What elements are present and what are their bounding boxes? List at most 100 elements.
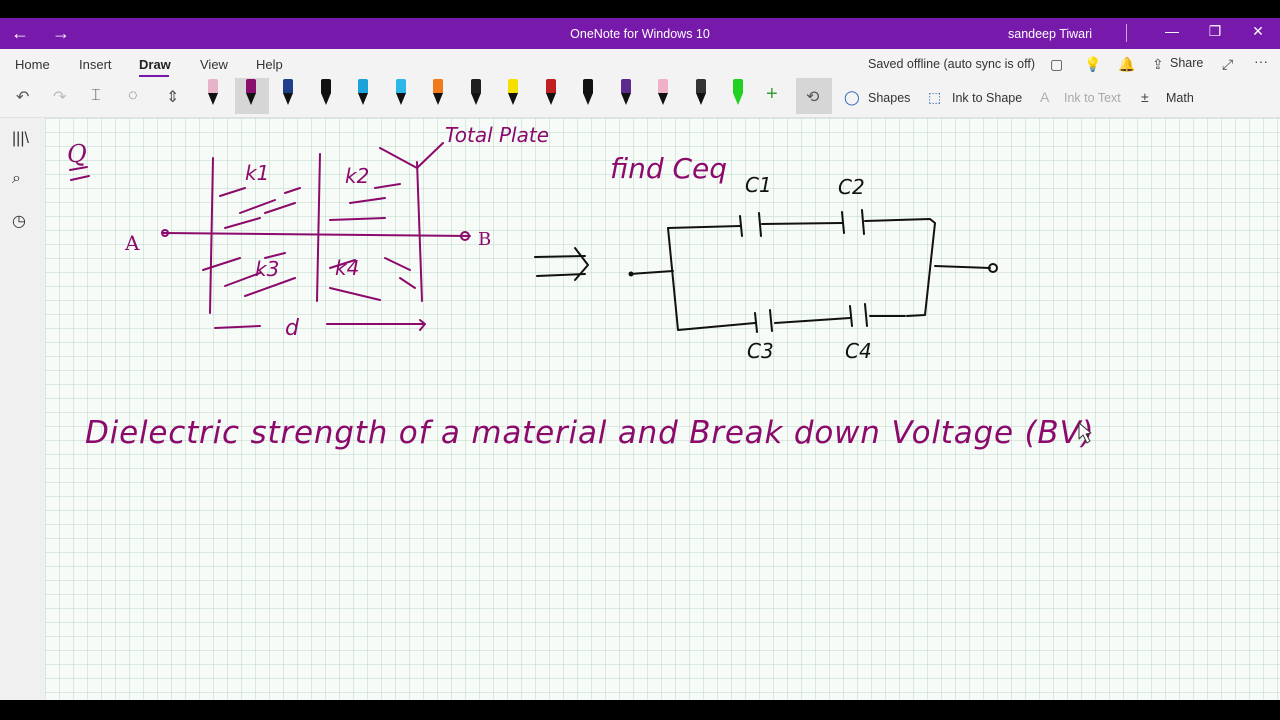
pen-color-swatch xyxy=(583,79,593,93)
pen-tool-5[interactable] xyxy=(355,79,371,107)
ink-to-shape-icon[interactable]: ⬚ xyxy=(928,89,941,106)
pen-tool-11[interactable] xyxy=(580,79,596,107)
share-icon[interactable]: ⇪ xyxy=(1152,56,1164,73)
tab-draw[interactable]: Draw xyxy=(139,57,171,72)
ink-replay-icon[interactable]: ⟲ xyxy=(806,87,819,107)
axis-line-ab xyxy=(162,232,471,237)
pen-tool-14[interactable] xyxy=(693,79,709,107)
label-k4: k4 xyxy=(335,256,359,280)
tab-help[interactable]: Help xyxy=(256,57,283,72)
more-options-icon[interactable]: ··· xyxy=(1254,53,1268,69)
pen-tool-3[interactable] xyxy=(280,79,296,107)
pen-color-swatch xyxy=(396,79,406,93)
ink-to-text-icon: A xyxy=(1040,89,1050,105)
pen-tool-13[interactable] xyxy=(655,79,671,107)
circuit-wires xyxy=(629,218,991,317)
sync-status: Saved offline (auto sync is off) xyxy=(868,57,1035,71)
expand-icon[interactable]: ⤢ xyxy=(1222,56,1233,73)
pen-tip-icon xyxy=(321,93,331,105)
pen-tip-icon xyxy=(283,93,293,105)
pen-tip-icon xyxy=(358,93,368,105)
label-c2: C2 xyxy=(838,175,865,199)
redo-icon[interactable]: ↷ xyxy=(53,87,66,107)
notebook-icon[interactable]: ▢ xyxy=(1050,56,1063,73)
implies-arrow xyxy=(534,247,589,281)
left-terminal xyxy=(628,271,634,277)
pen-color-swatch xyxy=(321,79,331,93)
pen-color-swatch xyxy=(733,79,743,93)
pen-tool-9[interactable] xyxy=(505,79,521,107)
shapes-button[interactable]: Shapes xyxy=(868,91,910,105)
close-icon[interactable]: ✕ xyxy=(1246,23,1270,40)
ink-layer: Q A B k1 k2 k3 k4 d Total Plate find Ceq… xyxy=(67,123,1094,451)
add-pen-icon[interactable]: + xyxy=(766,83,778,106)
bottom-border xyxy=(0,700,1280,720)
notebooks-icon[interactable]: |||\ xyxy=(12,130,29,148)
pen-color-swatch xyxy=(246,79,256,93)
pen-tool-12[interactable] xyxy=(618,79,634,107)
pen-tip-icon xyxy=(733,93,743,105)
pen-tool-10[interactable] xyxy=(543,79,559,107)
pen-color-swatch xyxy=(433,79,443,93)
pen-tip-icon xyxy=(696,93,706,105)
restore-icon[interactable]: ❐ xyxy=(1203,23,1227,40)
navigation-sidebar: |||\ ⌕ ◷ xyxy=(0,118,45,700)
pen-tip-icon xyxy=(583,93,593,105)
dielectric-strength-heading: Dielectric strength of a material and Br… xyxy=(85,415,1094,451)
pen-tip-icon xyxy=(433,93,443,105)
label-a: A xyxy=(124,231,140,255)
lightbulb-icon[interactable]: 💡 xyxy=(1084,56,1101,73)
pen-tip-icon xyxy=(658,93,668,105)
total-plate-pointer xyxy=(379,142,444,169)
question-label: Q xyxy=(67,140,87,168)
search-icon[interactable]: ⌕ xyxy=(12,170,21,188)
undo-icon[interactable]: ↶ xyxy=(16,87,29,107)
bell-icon[interactable]: 🔔 xyxy=(1118,56,1135,73)
label-k2: k2 xyxy=(345,164,369,188)
pen-tip-icon xyxy=(508,93,518,105)
ink-to-shape-button[interactable]: Ink to Shape xyxy=(952,91,1022,105)
find-ceq-text: find Ceq xyxy=(610,152,727,185)
lasso-select-icon[interactable]: ◌ xyxy=(128,87,138,105)
math-button[interactable]: Math xyxy=(1166,91,1194,105)
label-b: B xyxy=(478,229,491,250)
pen-tool-15[interactable] xyxy=(730,79,746,107)
pen-color-swatch xyxy=(508,79,518,93)
question-underline xyxy=(69,166,90,181)
pen-tool-2[interactable] xyxy=(243,79,259,107)
tab-insert[interactable]: Insert xyxy=(79,57,112,72)
label-total-plate: Total Plate xyxy=(445,123,549,147)
title-bar: ← → OneNote for Windows 10 sandeep Tiwar… xyxy=(0,18,1280,49)
pen-tool-7[interactable] xyxy=(430,79,446,107)
pen-color-swatch xyxy=(283,79,293,93)
capacitor-plates xyxy=(739,209,868,333)
pen-tip-icon xyxy=(246,93,256,105)
recent-icon[interactable]: ◷ xyxy=(12,211,26,231)
circuit-wires-lower xyxy=(667,227,906,331)
label-c3: C3 xyxy=(747,339,774,363)
share-button[interactable]: Share xyxy=(1170,56,1203,70)
pen-tool-6[interactable] xyxy=(393,79,409,107)
pen-tool-8[interactable] xyxy=(468,79,484,107)
pen-color-swatch xyxy=(621,79,631,93)
pen-tool-1[interactable] xyxy=(205,79,221,107)
pen-color-swatch xyxy=(471,79,481,93)
add-space-icon[interactable]: ⇕ xyxy=(166,87,179,107)
label-c1: C1 xyxy=(745,173,772,197)
label-d: d xyxy=(285,316,300,341)
tab-home[interactable]: Home xyxy=(15,57,50,72)
pen-tool-4[interactable] xyxy=(318,79,334,107)
dimension-arrows xyxy=(214,319,426,331)
pen-color-swatch xyxy=(358,79,368,93)
shapes-icon[interactable]: ◯ xyxy=(844,89,860,106)
user-name[interactable]: sandeep Tiwari xyxy=(1008,27,1092,41)
tab-view[interactable]: View xyxy=(200,57,228,72)
type-select-icon[interactable]: ⌶ xyxy=(91,87,101,105)
pen-tip-icon xyxy=(471,93,481,105)
pen-tip-icon xyxy=(546,93,556,105)
math-icon[interactable]: ± xyxy=(1141,89,1149,105)
label-c4: C4 xyxy=(845,339,872,363)
note-canvas[interactable]: Q A B k1 k2 k3 k4 d Total Plate find Ceq… xyxy=(45,118,1280,700)
pen-color-swatch xyxy=(546,79,556,93)
minimize-icon[interactable]: — xyxy=(1160,23,1184,39)
